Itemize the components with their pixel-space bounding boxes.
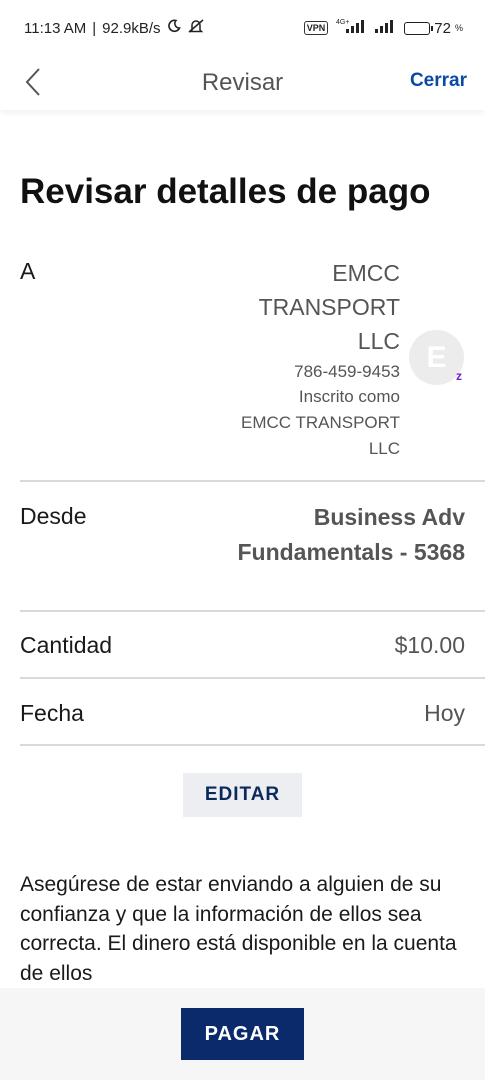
chevron-left-icon <box>25 68 40 96</box>
vpn-icon: VPN <box>303 21 329 35</box>
recipient-label: A <box>20 258 36 284</box>
zelle-badge-icon: z <box>456 369 462 383</box>
battery-icon <box>404 21 434 35</box>
recipient-enrolled-name-line2: LLC <box>368 439 400 458</box>
date-value: Hoy <box>424 700 465 726</box>
recipient-name-line3: LLC <box>357 328 400 354</box>
status-net-speed: 92.9kB/s <box>102 19 161 37</box>
amount-label: Cantidad <box>20 632 113 658</box>
recipient-details: EMCC TRANSPORT LLC 786-459-9453 Inscrito… <box>180 256 400 462</box>
from-label: Desde <box>20 503 87 529</box>
status-separator: | <box>92 19 97 37</box>
pay-button[interactable]: PAGAR <box>181 1008 304 1060</box>
recipient-enrolled-label: Inscrito como <box>298 387 400 406</box>
divider <box>20 610 485 612</box>
svg-text:4G+: 4G+ <box>336 19 349 26</box>
recipient-name-line1: EMCC <box>332 260 400 286</box>
recipient-name-line2: TRANSPORT <box>258 294 400 320</box>
nav-bar: Revisar Cerrar <box>0 56 485 110</box>
signal-icon-4g: 4G+ <box>336 18 366 38</box>
from-account-line1: Business Adv <box>313 504 465 530</box>
divider <box>20 480 485 482</box>
recipient-enrolled-name-line1: EMCC TRANSPORT <box>240 413 400 432</box>
signal-icon <box>374 18 396 38</box>
amount-value: $10.00 <box>394 632 465 658</box>
recipient-phone: 786-459-9453 <box>294 362 400 381</box>
divider <box>20 744 485 746</box>
battery-indicator: 72% <box>404 20 463 37</box>
status-time: 11:13 AM <box>24 19 87 37</box>
divider <box>20 677 485 679</box>
back-button[interactable] <box>18 64 48 100</box>
date-label: Fecha <box>20 700 84 726</box>
bottom-action-bar: PAGAR <box>0 988 485 1080</box>
status-bar: 11:13 AM | 92.9kB/s VPN 4G+ 72% <box>0 0 485 56</box>
moon-icon <box>167 19 181 37</box>
edit-button[interactable]: EDITAR <box>183 773 302 817</box>
status-left: 11:13 AM | 92.9kB/s <box>24 18 205 38</box>
close-button[interactable]: Cerrar <box>410 70 467 92</box>
nav-title: Revisar <box>201 69 284 96</box>
battery-percent: 72 <box>434 19 451 37</box>
from-account: Business Adv Fundamentals - 5368 <box>165 500 465 570</box>
avatar: E z <box>409 330 464 385</box>
from-account-line2: Fundamentals - 5368 <box>237 539 465 565</box>
avatar-initial: E <box>426 340 447 374</box>
notifications-off-icon <box>187 18 205 38</box>
disclaimer-text: Asegúrese de estar enviando a alguien de… <box>20 873 457 985</box>
status-right: VPN 4G+ 72% <box>303 18 463 38</box>
page-title: Revisar detalles de pago <box>20 172 431 211</box>
